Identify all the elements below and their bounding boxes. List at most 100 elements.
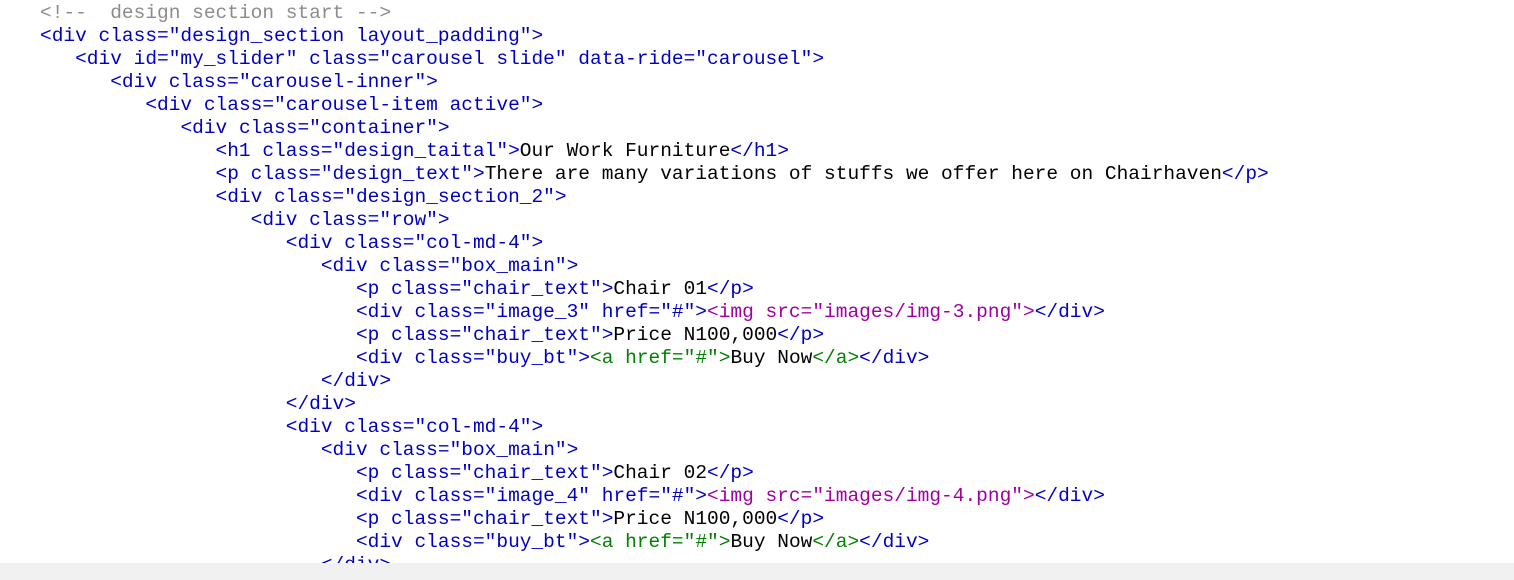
token-tag: <p class="chair_text"> (355, 324, 614, 346)
code-line: <div class="col-md-4"> (40, 232, 1269, 255)
code-line: <div class="container"> (40, 117, 1269, 140)
code-line: <div class="box_main"> (40, 439, 1269, 462)
source-code: <!-- design section start --> <div class=… (40, 2, 1269, 577)
code-line: <!-- design section start --> (40, 2, 1269, 25)
token-inner: <img (707, 485, 766, 507)
token-inner: <img (707, 301, 766, 323)
token-tag: </div> (859, 531, 930, 553)
token-inner: > (1022, 485, 1035, 507)
token-tag: </p> (777, 508, 825, 530)
token-text: Chair 01 (613, 278, 708, 300)
code-line: <p class="chair_text">Price N100,000</p> (40, 324, 1269, 347)
token-tag: </div> (1034, 301, 1105, 323)
token-tag: <div class="carousel-item active"> (145, 94, 544, 116)
token-text: Chair 02 (613, 462, 708, 484)
code-line: <div class="image_4" href="#"><img src="… (40, 485, 1269, 508)
token-tag: <p class="design_text"> (215, 163, 485, 185)
token-tag: <p class="chair_text"> (355, 508, 614, 530)
token-tag: <h1 class="design_taital"> (215, 140, 520, 162)
token-text: Buy Now (730, 347, 813, 369)
token-tag: </p> (707, 278, 754, 300)
token-tag: <div class="design_section layout_paddin… (40, 25, 544, 47)
token-tag: <div id="my_slider" class="carousel slid… (75, 48, 825, 70)
token-tag: <div class="image_3" href="#"> (355, 301, 708, 323)
token-text: Price N100,000 (613, 324, 778, 346)
token-text: Buy Now (730, 531, 813, 553)
token-tag: <div class="col-md-4"> (285, 416, 544, 438)
token-tag: <div class="box_main"> (320, 439, 579, 461)
token-tag: <div class="buy_bt"> (355, 531, 590, 553)
code-line: <div class="col-md-4"> (40, 416, 1269, 439)
code-line: <p class="chair_text">Price N100,000</p> (40, 508, 1269, 531)
token-tag: <div class="image_4" href="#"> (355, 485, 708, 507)
code-line: <p class="chair_text">Chair 02</p> (40, 462, 1269, 485)
token-tag: <div class="col-md-4"> (285, 232, 544, 254)
token-inner-attr: </a> (812, 531, 860, 553)
code-line: <div class="design_section_2"> (40, 186, 1269, 209)
token-inner-attr: > (718, 347, 731, 369)
token-tag: </h1> (730, 140, 789, 162)
token-inner-attr: href="#" (625, 347, 719, 369)
code-line: <div class="image_3" href="#"><img src="… (40, 301, 1269, 324)
code-line: <div class="design_section layout_paddin… (40, 25, 1269, 48)
token-tag: </div> (1034, 485, 1105, 507)
code-line: <div class="buy_bt"><a href="#">Buy Now<… (40, 347, 1269, 370)
token-tag: <p class="chair_text"> (355, 462, 614, 484)
token-inner: src="images/img-3.png" (765, 301, 1023, 323)
code-line: <div class="carousel-inner"> (40, 71, 1269, 94)
token-inner-attr: > (718, 531, 731, 553)
token-inner-attr: <a (590, 531, 626, 553)
token-comment: <!-- design section start --> (40, 2, 392, 24)
token-inner: > (1022, 301, 1035, 323)
token-tag: </p> (777, 324, 825, 346)
code-line: <p class="chair_text">Chair 01</p> (40, 278, 1269, 301)
code-line: </div> (40, 393, 1269, 416)
token-tag: </p> (1221, 163, 1269, 185)
token-inner-attr: </a> (812, 347, 860, 369)
token-tag: </div> (285, 393, 356, 415)
code-line: <div class="box_main"> (40, 255, 1269, 278)
token-tag: <div class="carousel-inner"> (110, 71, 438, 93)
token-tag: <div class="box_main"> (320, 255, 579, 277)
code-line: <div class="buy_bt"><a href="#">Buy Now<… (40, 531, 1269, 554)
horizontal-scrollbar[interactable] (0, 563, 1514, 580)
token-text: Price N100,000 (613, 508, 778, 530)
token-inner-attr: <a (590, 347, 626, 369)
token-tag: <div class="row"> (250, 209, 450, 231)
code-line: <div class="row"> (40, 209, 1269, 232)
token-tag: </p> (707, 462, 754, 484)
token-text: There are many variations of stuffs we o… (484, 163, 1222, 185)
token-tag: </div> (859, 347, 930, 369)
code-line: <div id="my_slider" class="carousel slid… (40, 48, 1269, 71)
source-viewer: <!-- design section start --> <div class=… (0, 0, 1514, 580)
code-line: <div class="carousel-item active"> (40, 94, 1269, 117)
token-inner-attr: href="#" (625, 531, 719, 553)
token-tag: <div class="design_section_2"> (215, 186, 567, 208)
token-inner: src="images/img-4.png" (765, 485, 1023, 507)
token-tag: </div> (320, 370, 392, 392)
code-line: <p class="design_text">There are many va… (40, 163, 1269, 186)
code-line: </div> (40, 370, 1269, 393)
